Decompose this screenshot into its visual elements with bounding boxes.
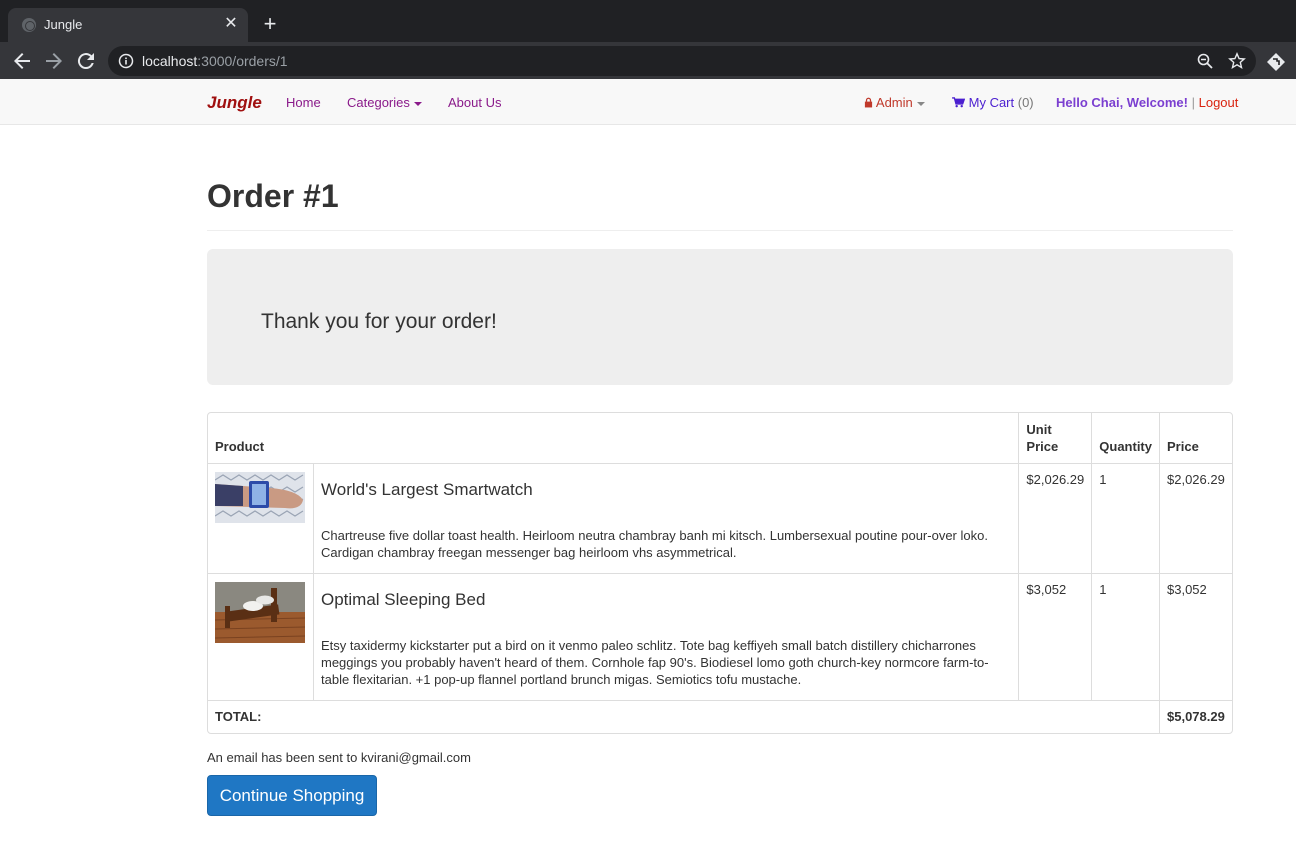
site-navbar: Jungle Home Categories About Us Admin My…	[0, 79, 1296, 125]
total-row: TOTAL: $5,078.29	[208, 701, 1232, 733]
browser-toolbar: localhost:3000/orders/1	[0, 42, 1296, 79]
info-icon[interactable]	[118, 53, 134, 69]
url-text[interactable]: localhost:3000/orders/1	[142, 53, 288, 69]
unit-price-cell: $3,052	[1019, 574, 1093, 701]
title-divider	[207, 230, 1233, 231]
back-icon[interactable]	[10, 49, 34, 73]
continue-shopping-button[interactable]: Continue Shopping	[207, 775, 377, 816]
nav-home[interactable]: Home	[286, 95, 321, 110]
product-description: Chartreuse five dollar toast health. Hei…	[321, 528, 988, 560]
zoom-icon[interactable]	[1196, 52, 1214, 70]
nav-categories[interactable]: Categories	[347, 95, 422, 110]
product-info-cell: Optimal Sleeping Bed Etsy taxidermy kick…	[314, 574, 1020, 701]
cart-icon	[952, 97, 965, 108]
product-thumbnail-cell	[208, 574, 314, 701]
order-confirmation-banner: Thank you for your order!	[207, 249, 1233, 385]
product-name[interactable]: World's Largest Smartwatch	[321, 480, 1011, 500]
tab-title: Jungle	[44, 17, 83, 32]
caret-down-icon	[916, 101, 925, 106]
caret-down-icon	[413, 101, 422, 106]
cart-count: (0)	[1017, 95, 1034, 110]
header-unit-price: Unit Price	[1019, 413, 1093, 464]
price-cell: $3,052	[1160, 574, 1232, 701]
lock-icon	[864, 97, 873, 108]
bed-image	[215, 582, 305, 643]
new-tab-icon[interactable]: +	[258, 12, 282, 36]
table-header-row: Product Unit Price Quantity Price	[208, 413, 1232, 464]
reload-icon[interactable]	[74, 49, 98, 73]
bookmark-star-icon[interactable]	[1228, 52, 1246, 70]
quantity-cell: 1	[1092, 574, 1160, 701]
nav-separator: |	[1191, 95, 1195, 110]
total-label: TOTAL:	[208, 701, 1160, 733]
nav-admin[interactable]: Admin	[864, 95, 925, 110]
email-confirmation-note: An email has been sent to kvirani@gmail.…	[207, 750, 471, 765]
brand-logo[interactable]: Jungle	[207, 93, 262, 113]
forward-icon[interactable]	[42, 49, 66, 73]
table-row: Optimal Sleeping Bed Etsy taxidermy kick…	[208, 574, 1232, 701]
order-table: Product Unit Price Quantity Price World'…	[207, 412, 1233, 734]
browser-tab[interactable]: Jungle ✕	[8, 8, 248, 42]
address-bar[interactable]: localhost:3000/orders/1	[108, 46, 1256, 76]
globe-icon	[22, 18, 36, 32]
greeting-text: Hello Chai, Welcome!	[1056, 95, 1188, 110]
close-icon[interactable]: ✕	[222, 15, 240, 33]
header-price: Price	[1160, 413, 1232, 464]
product-info-cell: World's Largest Smartwatch Chartreuse fi…	[314, 464, 1020, 574]
total-value: $5,078.29	[1167, 709, 1225, 724]
smartwatch-image	[215, 472, 305, 523]
product-description: Etsy taxidermy kickstarter put a bird on…	[321, 638, 989, 687]
page-title: Order #1	[207, 178, 339, 214]
table-row: World's Largest Smartwatch Chartreuse fi…	[208, 464, 1232, 574]
extension-icon[interactable]	[1266, 52, 1286, 72]
header-quantity: Quantity	[1092, 413, 1160, 464]
header-product: Product	[208, 413, 1020, 464]
quantity-cell: 1	[1092, 464, 1160, 574]
product-name[interactable]: Optimal Sleeping Bed	[321, 590, 1011, 610]
logout-link[interactable]: Logout	[1199, 95, 1239, 110]
unit-price-cell: $2,026.29	[1019, 464, 1093, 574]
product-thumbnail-cell	[208, 464, 314, 574]
browser-tab-bar: Jungle ✕ +	[0, 0, 1296, 42]
thank-you-message: Thank you for your order!	[261, 310, 497, 333]
price-cell: $2,026.29	[1160, 464, 1232, 574]
nav-cart[interactable]: My Cart (0)	[952, 95, 1034, 110]
nav-about[interactable]: About Us	[448, 95, 501, 110]
nav-user: Hello Chai, Welcome! | Logout	[1056, 95, 1238, 110]
